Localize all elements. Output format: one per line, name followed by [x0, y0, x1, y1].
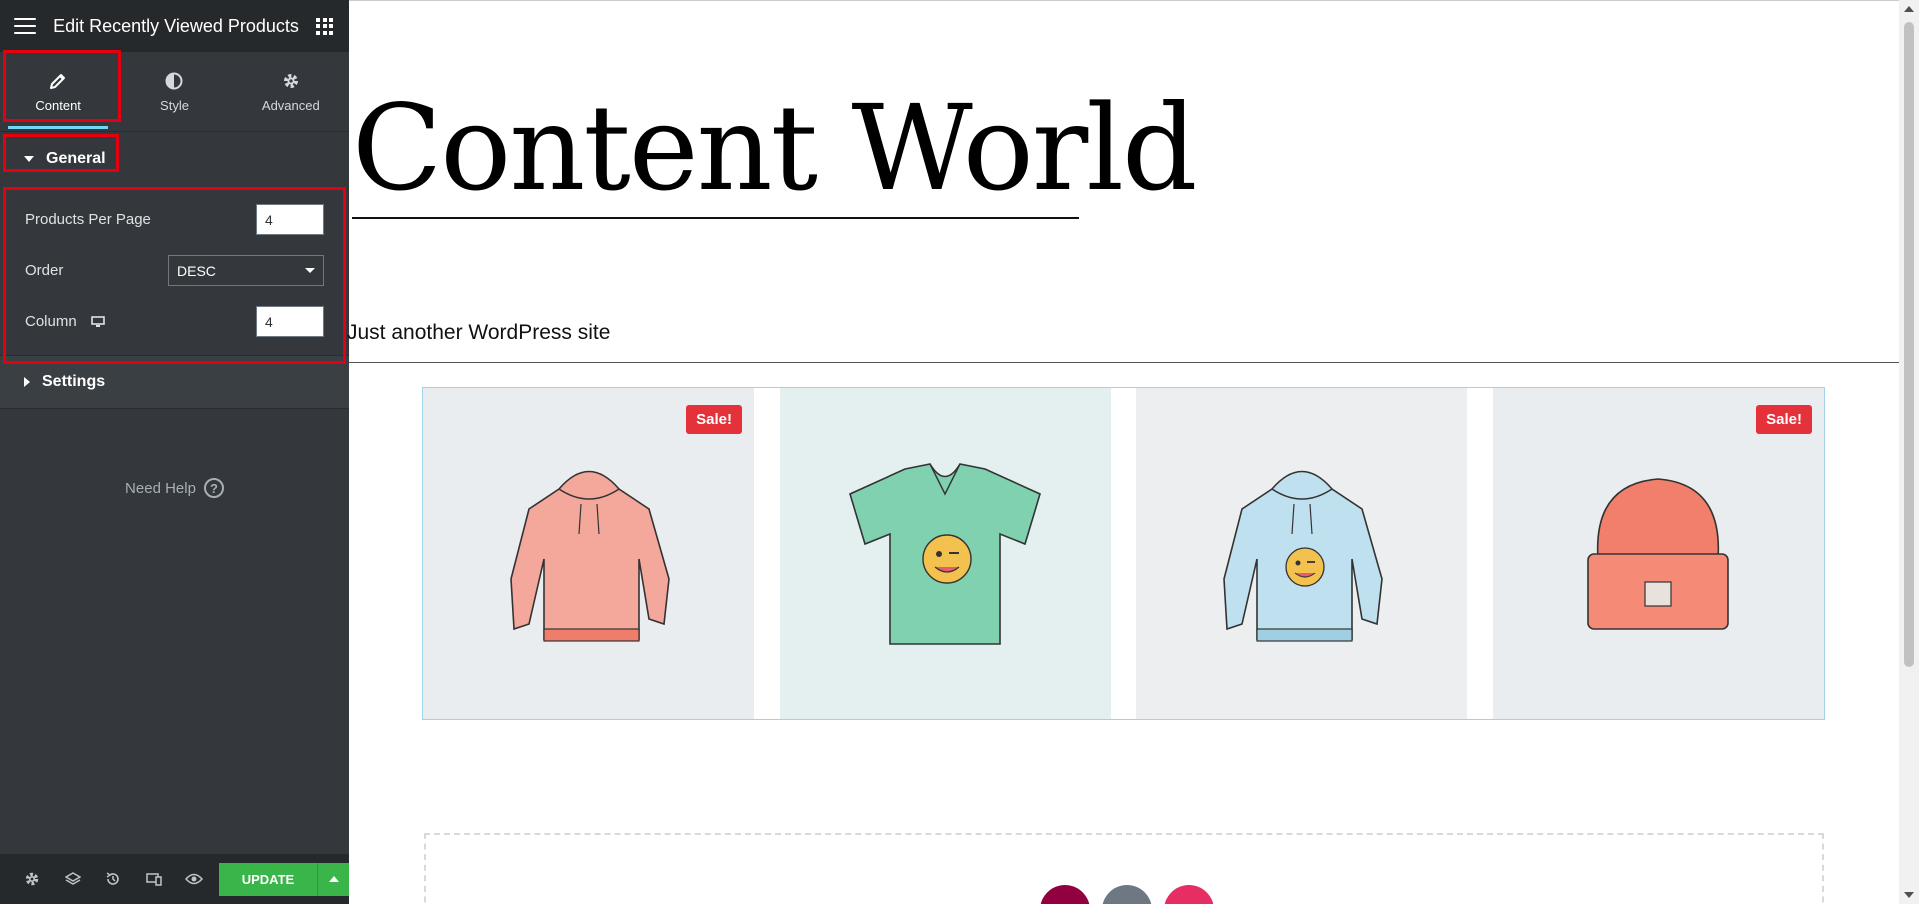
scroll-up-arrow-icon[interactable]	[1904, 6, 1914, 12]
column-label: Column	[25, 313, 77, 330]
caret-right-icon	[24, 377, 30, 387]
elementor-panel: Edit Recently Viewed Products Content St…	[0, 0, 350, 904]
header-divider	[349, 362, 1899, 363]
product-card-hoodie-pink[interactable]: Sale!	[423, 388, 754, 719]
contrast-icon	[165, 70, 183, 92]
scroll-thumb[interactable]	[1904, 22, 1914, 667]
panel-tabs: Content Style Advanced	[0, 50, 349, 132]
need-help-label: Need Help	[125, 479, 196, 497]
general-controls: Products Per Page Order DESC Column	[0, 186, 349, 364]
responsive-icon[interactable]	[134, 854, 175, 904]
site-title-underline	[352, 217, 1079, 219]
tab-content[interactable]: Content	[0, 52, 116, 131]
pencil-icon	[49, 70, 67, 92]
order-select-value: DESC	[177, 262, 216, 279]
section-general-toggle[interactable]: General	[0, 132, 349, 186]
product-card-tshirt-green[interactable]	[779, 388, 1111, 719]
column-label-wrap: Column	[25, 313, 105, 330]
gear-icon	[282, 70, 300, 92]
tab-advanced[interactable]: Advanced	[233, 52, 349, 131]
hoodie-pink-image	[509, 470, 670, 642]
column-input[interactable]	[256, 306, 324, 337]
history-icon[interactable]	[93, 854, 134, 904]
products-per-page-label: Products Per Page	[25, 211, 151, 228]
tab-style-label: Style	[160, 98, 189, 113]
site-preview: Content World Just another WordPress sit…	[347, 0, 1899, 904]
recently-viewed-products-widget[interactable]: Sale! Sale!	[422, 387, 1825, 720]
panel-header: Edit Recently Viewed Products	[0, 0, 349, 52]
control-products-per-page: Products Per Page	[0, 194, 349, 245]
caret-down-icon	[24, 156, 34, 162]
product-card-hoodie-blue[interactable]	[1136, 388, 1468, 719]
tshirt-green-image	[849, 462, 1042, 645]
scroll-down-arrow-icon[interactable]	[1904, 892, 1914, 898]
tab-content-label: Content	[35, 98, 81, 113]
control-order: Order DESC	[0, 245, 349, 296]
select-arrow-icon	[305, 268, 315, 273]
hoodie-blue-image	[1223, 470, 1383, 642]
section-settings-label: Settings	[42, 373, 106, 390]
product-card-beanie-orange[interactable]: Sale!	[1492, 388, 1824, 719]
site-tagline: Just another WordPress site	[347, 321, 611, 344]
section-general-label: General	[46, 150, 106, 167]
desktop-icon[interactable]	[90, 315, 105, 328]
section-settings-toggle[interactable]: Settings	[0, 355, 349, 409]
need-help-link[interactable]: Need Help ?	[0, 478, 349, 498]
layers-icon[interactable]	[53, 854, 94, 904]
update-options-button[interactable]	[317, 862, 350, 896]
order-label: Order	[25, 262, 64, 279]
control-column: Column	[0, 296, 349, 347]
page-scrollbar[interactable]	[1899, 0, 1919, 904]
tab-style[interactable]: Style	[116, 52, 232, 131]
panel-title: Edit Recently Viewed Products	[53, 15, 299, 36]
panel-footer: UPDATE	[0, 854, 350, 904]
caret-up-icon	[328, 876, 339, 882]
sale-badge: Sale!	[686, 405, 742, 434]
menu-hamburger-icon[interactable]	[14, 18, 36, 34]
preview-eye-icon[interactable]	[174, 854, 215, 904]
tab-advanced-label: Advanced	[261, 98, 320, 113]
site-title[interactable]: Content World	[352, 89, 1198, 207]
order-select[interactable]: DESC	[168, 255, 324, 286]
settings-icon[interactable]	[12, 854, 53, 904]
beanie-orange-image	[1587, 477, 1730, 630]
help-question-icon: ?	[203, 478, 224, 498]
sale-badge: Sale!	[1756, 405, 1812, 434]
update-button[interactable]: UPDATE	[218, 862, 318, 896]
widgets-grid-icon[interactable]	[316, 17, 333, 35]
products-per-page-input[interactable]	[256, 204, 324, 235]
